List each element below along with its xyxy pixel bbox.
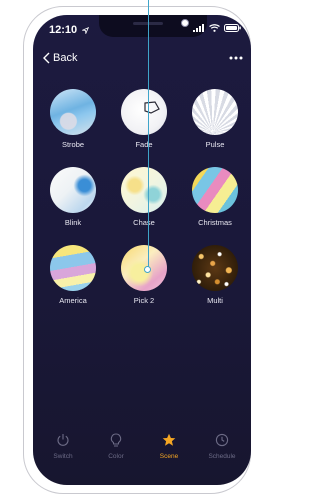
annotation-guide-line	[148, 0, 149, 270]
wifi-icon	[209, 24, 220, 32]
scene-chase[interactable]: Chase	[114, 167, 174, 227]
signal-icon	[193, 24, 204, 32]
scene-label: Multi	[207, 296, 223, 305]
tab-schedule[interactable]: Schedule	[195, 431, 249, 460]
scene-fade[interactable]: Fade	[114, 89, 174, 149]
stage: 12:10 Back Strobe Fade Pulse Blink Chase…	[0, 0, 251, 500]
tab-bar: Switch Color Scene Schedule	[33, 431, 251, 471]
scene-thumbnail	[50, 245, 96, 291]
scene-label: America	[59, 296, 87, 305]
scene-thumbnail	[192, 89, 238, 135]
tab-label: Switch	[53, 453, 73, 460]
power-icon	[57, 434, 69, 446]
tab-scene[interactable]: Scene	[142, 431, 196, 460]
back-button[interactable]: Back	[43, 52, 77, 64]
scene-thumbnail	[121, 167, 167, 213]
scene-thumbnail	[192, 167, 238, 213]
scene-label: Strobe	[61, 140, 85, 149]
scene-pulse[interactable]: Pulse	[185, 89, 245, 149]
scene-label: Christmas	[198, 218, 232, 227]
scene-thumbnail	[50, 89, 96, 135]
scene-thumbnail	[192, 245, 238, 291]
scene-blink[interactable]: Blink	[43, 167, 103, 227]
more-icon	[229, 56, 243, 60]
chevron-left-icon	[43, 52, 50, 64]
scene-label: Fade	[135, 140, 153, 149]
back-label: Back	[53, 52, 78, 64]
lamp-icon	[144, 101, 160, 114]
scene-pick-2[interactable]: Pick 2	[114, 245, 174, 305]
scene-label: Pulse	[205, 140, 225, 149]
scene-strobe[interactable]: Strobe	[43, 89, 103, 149]
notch	[99, 15, 207, 37]
bulb-icon	[110, 432, 122, 447]
status-time-text: 12:10	[49, 24, 78, 36]
location-icon	[82, 26, 90, 34]
tab-label: Scene	[159, 453, 179, 460]
scene-multi[interactable]: Multi	[185, 245, 245, 305]
annotation-target-dot	[144, 266, 151, 273]
scene-thumbnail	[50, 167, 96, 213]
scene-label: Blink	[64, 218, 82, 227]
camera-icon	[181, 19, 189, 27]
status-time: 12:10	[49, 24, 90, 36]
star-icon	[162, 433, 176, 446]
app-screen: 12:10 Back Strobe Fade Pulse Blink Chase…	[33, 15, 251, 485]
scene-label: Pick 2	[133, 296, 155, 305]
status-icons	[193, 24, 241, 32]
battery-icon	[224, 24, 241, 32]
scene-christmas[interactable]: Christmas	[185, 167, 245, 227]
scene-thumbnail	[121, 89, 167, 135]
tab-switch[interactable]: Switch	[36, 431, 90, 460]
more-button[interactable]	[227, 49, 245, 67]
scene-america[interactable]: America	[43, 245, 103, 305]
tab-label: Color	[108, 453, 124, 460]
tab-color[interactable]: Color	[89, 431, 143, 460]
clock-icon	[215, 433, 229, 447]
scene-label: Chase	[133, 218, 155, 227]
tab-label: Schedule	[208, 453, 236, 460]
